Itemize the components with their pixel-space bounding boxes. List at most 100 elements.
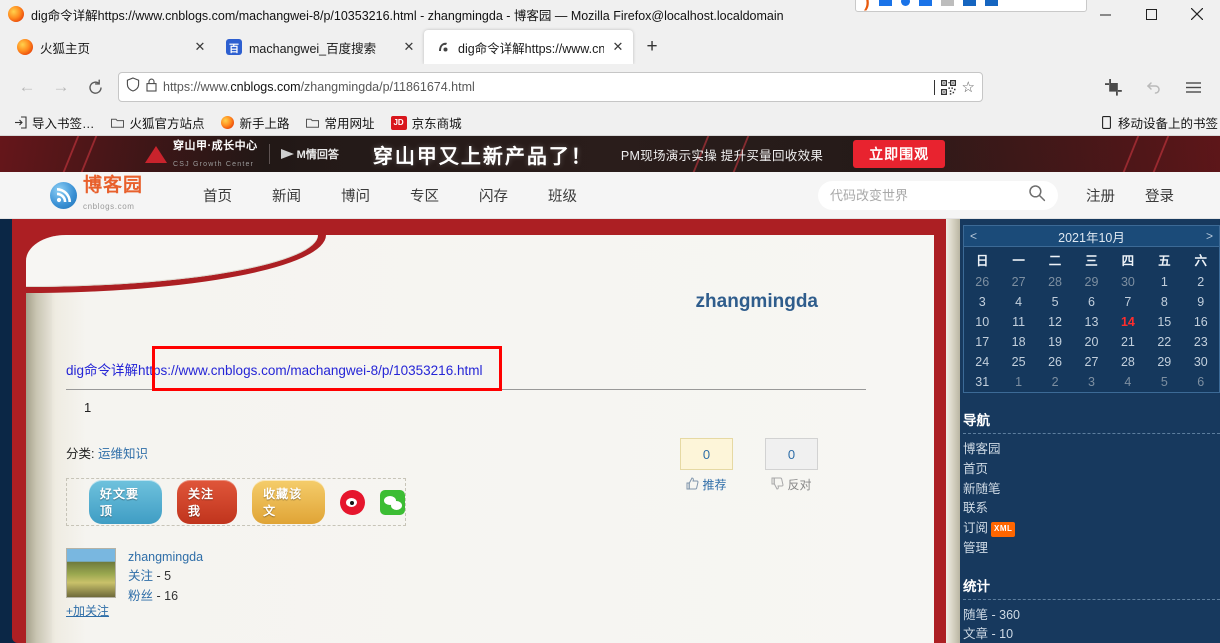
vote-down-label-row[interactable]: 反对 — [771, 476, 812, 493]
nav-item-qa[interactable]: 博问 — [341, 185, 370, 206]
ad-banner[interactable]: 穿山甲·成长中心 CSJ Growth Center M情回答 穿山甲又上新产品… — [0, 136, 1220, 172]
maximize-button[interactable] — [1128, 0, 1174, 28]
url-text[interactable]: https://www.cnblogs.com/zhangmingda/p/11… — [163, 80, 928, 94]
back-button[interactable]: ← — [10, 70, 44, 104]
calendar-day[interactable]: 30 — [1183, 352, 1219, 372]
calendar-day[interactable]: 6 — [1183, 372, 1219, 392]
url-bar[interactable]: https://www.cnblogs.com/zhangmingda/p/11… — [118, 72, 983, 102]
tab-cnblogs-article[interactable]: dig命令详解https://www.cnbl ✕ — [424, 30, 633, 64]
fans-label[interactable]: 粉丝 — [128, 589, 153, 603]
calendar-day[interactable]: 26 — [1037, 352, 1073, 372]
bookmark-firefox-official[interactable]: 火狐官方站点 — [104, 111, 212, 134]
lock-icon[interactable] — [146, 78, 157, 97]
vote-up-label-row[interactable]: 推荐 — [686, 476, 727, 493]
calendar-day[interactable]: 22 — [1146, 332, 1182, 352]
search-input[interactable] — [830, 187, 1028, 203]
following-label[interactable]: 关注 — [128, 569, 153, 583]
bookmark-common-sites[interactable]: 常用网址 — [299, 111, 382, 134]
bookmark-mobile[interactable]: 移动设备上的书签 — [1100, 113, 1218, 132]
nav-item-home[interactable]: 首页 — [203, 185, 232, 206]
vote-down-count[interactable]: 0 — [765, 438, 818, 470]
calendar-day[interactable]: 27 — [1073, 352, 1109, 372]
shield-icon[interactable] — [126, 77, 140, 97]
sidebar-nav-item[interactable]: 订阅 XML — [963, 519, 1220, 539]
calendar-day[interactable]: 2 — [1037, 372, 1073, 392]
add-follow-link[interactable]: +加关注 — [66, 602, 109, 619]
reload-button[interactable] — [78, 70, 112, 104]
calendar-day[interactable]: 26 — [964, 272, 1000, 292]
article-title-prefix[interactable]: dig命令详解 — [66, 363, 138, 378]
sidebar-nav-item[interactable]: 联系 — [963, 499, 1220, 519]
login-link[interactable]: 登录 — [1145, 185, 1174, 206]
calendar-day[interactable]: 8 — [1146, 292, 1182, 312]
calendar-day[interactable]: 13 — [1073, 312, 1109, 332]
floating-overlay-window[interactable]: ) — [855, 0, 1087, 12]
calendar-day[interactable]: 29 — [1146, 352, 1182, 372]
calendar-day[interactable]: 1 — [1146, 272, 1182, 292]
calendar-day[interactable]: 30 — [1110, 272, 1146, 292]
calendar-day[interactable]: 4 — [1000, 292, 1036, 312]
new-tab-button[interactable]: + — [637, 32, 667, 62]
sidebar-nav-item[interactable]: 首页 — [963, 460, 1220, 480]
calendar-day[interactable]: 9 — [1183, 292, 1219, 312]
nav-item-zone[interactable]: 专区 — [410, 185, 439, 206]
category-link[interactable]: 运维知识 — [98, 447, 148, 461]
calendar-day[interactable]: 10 — [964, 312, 1000, 332]
sidebar-nav-item[interactable]: 博客园 — [963, 440, 1220, 460]
search-icon[interactable] — [1028, 184, 1046, 207]
menu-icon[interactable] — [1176, 70, 1210, 104]
wechat-icon[interactable] — [379, 489, 406, 515]
tab-firefox-home[interactable]: 火狐主页 ✕ — [6, 30, 215, 64]
sidebar-nav-item[interactable]: 新随笔 — [963, 480, 1220, 500]
qr-code-icon[interactable] — [940, 79, 956, 95]
favorite-button[interactable]: 收藏该文 — [252, 480, 326, 524]
calendar-day[interactable]: 24 — [964, 352, 1000, 372]
calendar-day[interactable]: 19 — [1037, 332, 1073, 352]
undo-icon[interactable] — [1136, 70, 1170, 104]
follow-button[interactable]: 关注我 — [176, 480, 238, 524]
article-title-link[interactable]: https://www.cnblogs.com/machangwei-8/p/1… — [138, 363, 482, 378]
calendar-day[interactable]: 5 — [1146, 372, 1182, 392]
calendar-next-button[interactable]: > — [1199, 229, 1213, 243]
close-icon[interactable]: ✕ — [193, 39, 207, 55]
calendar-day[interactable]: 3 — [1073, 372, 1109, 392]
site-logo[interactable]: 博客园 cnblogs.com — [50, 176, 143, 214]
bookmark-jd[interactable]: JD 京东商城 — [384, 111, 469, 134]
minimize-button[interactable] — [1082, 0, 1128, 28]
screenshot-icon[interactable] — [1096, 70, 1130, 104]
close-icon[interactable]: ✕ — [611, 39, 625, 55]
calendar-day[interactable]: 12 — [1037, 312, 1073, 332]
nav-item-flash[interactable]: 闪存 — [479, 185, 508, 206]
vote-up[interactable]: 0 推荐 — [680, 438, 733, 493]
sidebar-nav-item[interactable]: 管理 — [963, 539, 1220, 559]
calendar-day[interactable]: 31 — [964, 372, 1000, 392]
close-icon[interactable]: ✕ — [402, 39, 416, 55]
tab-baidu-search[interactable]: 百 machangwei_百度搜索 ✕ — [215, 30, 424, 64]
calendar-day[interactable]: 18 — [1000, 332, 1036, 352]
calendar-day[interactable]: 2 — [1183, 272, 1219, 292]
calendar-day[interactable]: 1 — [1000, 372, 1036, 392]
calendar-day[interactable]: 29 — [1073, 272, 1109, 292]
calendar-day[interactable]: 27 — [1000, 272, 1036, 292]
calendar-day[interactable]: 28 — [1037, 272, 1073, 292]
bookmark-star-icon[interactable]: ☆ — [962, 78, 975, 96]
calendar-day[interactable]: 3 — [964, 292, 1000, 312]
nav-item-news[interactable]: 新闻 — [272, 185, 301, 206]
calendar-day[interactable]: 15 — [1146, 312, 1182, 332]
calendar-day[interactable]: 23 — [1183, 332, 1219, 352]
calendar-day[interactable]: 25 — [1000, 352, 1036, 372]
register-link[interactable]: 注册 — [1086, 185, 1115, 206]
calendar-day[interactable]: 20 — [1073, 332, 1109, 352]
xml-feed-icon[interactable]: XML — [991, 522, 1016, 537]
calendar-day[interactable]: 7 — [1110, 292, 1146, 312]
vote-down[interactable]: 0 反对 — [765, 438, 818, 493]
calendar-day[interactable]: 16 — [1183, 312, 1219, 332]
calendar-day[interactable]: 21 — [1110, 332, 1146, 352]
calendar-day[interactable]: 6 — [1073, 292, 1109, 312]
calendar-day-today[interactable]: 14 — [1110, 312, 1146, 332]
author-name-link[interactable]: zhangmingda — [128, 550, 203, 564]
digg-button[interactable]: 好文要顶 — [89, 480, 162, 524]
close-button[interactable] — [1174, 0, 1220, 28]
site-search[interactable] — [818, 180, 1058, 210]
nav-item-class[interactable]: 班级 — [548, 185, 577, 206]
